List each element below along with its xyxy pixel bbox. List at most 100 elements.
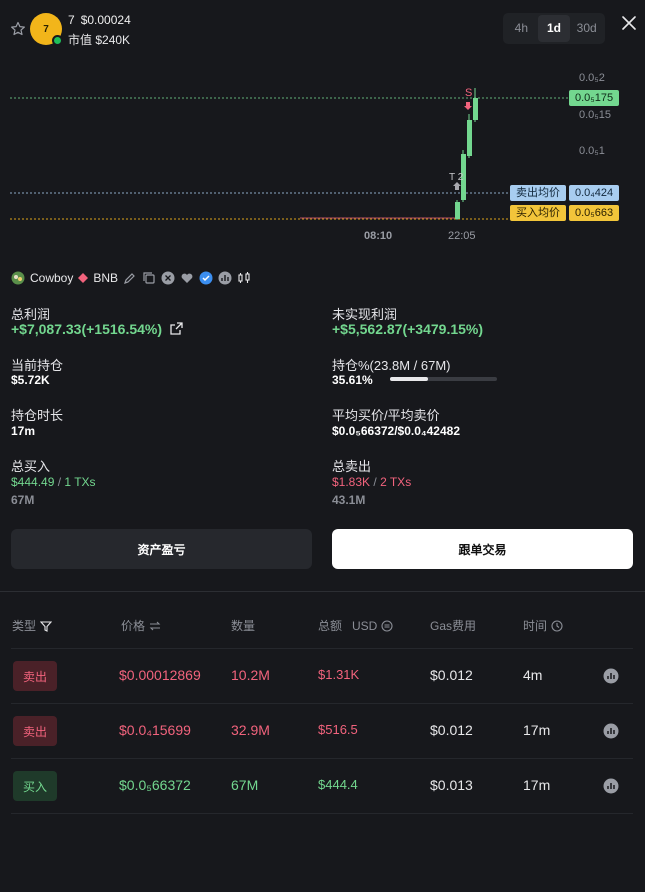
trader-name[interactable]: Cowboy bbox=[30, 271, 73, 285]
table-row[interactable]: 卖出 $0.0₄15699 32.9M $516.5 $0.012 17m bbox=[11, 704, 633, 759]
price-chart[interactable]: S T 2 0.0₅2 0.0₅175 0.0₅15 0.0₅1 卖出均价 0.… bbox=[0, 62, 645, 252]
clock-icon[interactable] bbox=[551, 619, 563, 632]
trade-total: $516.5 bbox=[318, 722, 358, 737]
trade-gas: $0.012 bbox=[430, 722, 473, 738]
time-axis-label: 22:05 bbox=[448, 230, 476, 242]
token-price: $0.00024 bbox=[80, 13, 131, 27]
total-profit-amount: +$7,087.33(+1516.54%) bbox=[11, 321, 163, 337]
header-type[interactable]: 类型 bbox=[12, 617, 53, 634]
table-row[interactable]: 卖出 $0.00012869 10.2M $1.31K $0.012 4m bbox=[11, 649, 633, 704]
trade-type-badge: 卖出 bbox=[13, 716, 57, 746]
total-sell-line: $1.83K / 2 TXs bbox=[332, 475, 411, 489]
bnb-diamond-icon bbox=[78, 273, 89, 283]
edit-icon[interactable] bbox=[123, 271, 137, 285]
total-buy-qty: 67M bbox=[11, 493, 35, 507]
trade-qty: 32.9M bbox=[231, 722, 270, 738]
trader-avatar-icon bbox=[11, 271, 25, 285]
trade-price: $0.0₅66372 bbox=[119, 777, 191, 793]
price-axis-label: 0.0₅15 bbox=[579, 109, 611, 121]
analytics-icon[interactable] bbox=[218, 271, 232, 285]
current-price-tag: 0.0₅175 bbox=[569, 90, 620, 106]
time-axis-label: 08:10 bbox=[364, 230, 393, 242]
share-icon[interactable] bbox=[170, 322, 183, 335]
trader-info: Cowboy BNB bbox=[11, 268, 251, 288]
token-title: 7 $0.00024 bbox=[68, 13, 137, 27]
trade-qty: 10.2M bbox=[231, 667, 270, 683]
token-avatar-text: 7 bbox=[43, 23, 49, 35]
holding-pct-value: 35.61% bbox=[332, 373, 373, 387]
trade-total: $1.31K bbox=[318, 667, 360, 682]
duration-label: 持仓时长 bbox=[11, 408, 64, 423]
header-price-label: 价格 bbox=[121, 619, 146, 633]
x-social-icon[interactable] bbox=[161, 271, 175, 285]
filter-icon[interactable] bbox=[40, 620, 53, 632]
total-buy-label: 总买入 bbox=[11, 459, 51, 474]
copy-icon[interactable] bbox=[142, 271, 156, 285]
tx-link-icon[interactable] bbox=[603, 723, 619, 739]
candle bbox=[473, 88, 478, 122]
avg-price-label: 平均买价/平均卖价 bbox=[332, 408, 440, 423]
table-row[interactable]: 买入 $0.0₅66372 67M $444.4 $0.013 17m bbox=[11, 759, 633, 814]
header-type-label: 类型 bbox=[12, 619, 37, 633]
holding-progress-bar bbox=[390, 377, 497, 381]
swap-icon[interactable] bbox=[149, 620, 161, 632]
trade-gas: $0.012 bbox=[430, 667, 473, 683]
market-cap: 市值 $240K bbox=[68, 31, 130, 48]
total-sell-label: 总卖出 bbox=[332, 459, 372, 474]
token-avatar: 7 bbox=[30, 13, 63, 46]
unrealized-profit-value: +$5,562.87(+3479.15%) bbox=[332, 321, 484, 337]
header-time[interactable]: 时间 bbox=[523, 617, 563, 634]
sell-avg-label: 卖出均价 bbox=[510, 185, 566, 201]
holding-pct-label: 持仓%(23.8M / 67M) bbox=[332, 358, 451, 373]
total-buy-amount: $444.49 bbox=[11, 475, 55, 489]
trader-chain: BNB bbox=[93, 271, 119, 285]
total-buy-line: $444.49 / 1 TXs bbox=[11, 475, 96, 489]
total-sell-amount: $1.83K bbox=[332, 475, 371, 489]
trade-time: 4m bbox=[523, 667, 543, 683]
token-symbol: 7 bbox=[68, 13, 75, 27]
sell-marker-label: S bbox=[465, 87, 473, 99]
timeframe-1d[interactable]: 1d bbox=[537, 15, 571, 42]
candle bbox=[467, 114, 472, 158]
trade-price: $0.00012869 bbox=[119, 667, 201, 683]
duration-value: 17m bbox=[11, 424, 36, 438]
tx-link-icon[interactable] bbox=[603, 778, 619, 794]
candlestick-icon[interactable] bbox=[237, 271, 251, 285]
market-cap-label: 市值 bbox=[68, 33, 93, 47]
close-icon[interactable] bbox=[620, 14, 638, 32]
trade-marker-arrow bbox=[453, 182, 461, 190]
pnl-button[interactable]: 资产盈亏 bbox=[11, 529, 312, 569]
trade-time: 17m bbox=[523, 777, 551, 793]
timeframe-4h[interactable]: 4h bbox=[505, 15, 538, 42]
buy-avg-label: 买入均价 bbox=[510, 205, 566, 221]
total-buy-txs: 1 TXs bbox=[64, 475, 96, 489]
total-sell-txs: 2 TXs bbox=[380, 475, 412, 489]
trade-gas: $0.013 bbox=[430, 777, 473, 793]
tx-link-icon[interactable] bbox=[603, 668, 619, 684]
heart-icon[interactable] bbox=[180, 271, 194, 285]
header-time-label: 时间 bbox=[523, 619, 548, 633]
chain-badge-icon bbox=[52, 35, 63, 46]
header-qty: 数量 bbox=[231, 619, 256, 633]
verified-icon bbox=[199, 271, 213, 285]
header-price[interactable]: 价格 bbox=[121, 617, 161, 634]
buy-avg-value: 0.0₅663 bbox=[569, 205, 620, 221]
header-total-label: 总额 bbox=[318, 619, 343, 633]
header-total[interactable]: 总额 USD bbox=[318, 617, 393, 634]
sell-marker-arrow bbox=[464, 102, 472, 110]
total-buy-separator: / bbox=[54, 475, 65, 489]
total-sell-qty: 43.1M bbox=[332, 493, 366, 507]
avg-price-value: $0.0₅66372/$0.0₄42482 bbox=[332, 424, 461, 438]
copy-trade-button[interactable]: 跟单交易 bbox=[332, 529, 633, 569]
holding-label: 当前持仓 bbox=[11, 358, 64, 373]
sell-avg-value: 0.0₄424 bbox=[569, 185, 620, 201]
currency-toggle-icon[interactable] bbox=[381, 619, 393, 632]
market-cap-value: $240K bbox=[95, 33, 131, 47]
timeframe-selector: 4h 1d 30d bbox=[503, 13, 605, 44]
trade-time: 17m bbox=[523, 722, 551, 738]
holding-progress-fill bbox=[390, 377, 429, 381]
trade-price: $0.0₄15699 bbox=[119, 722, 191, 738]
star-icon[interactable] bbox=[10, 21, 26, 37]
trade-type-badge: 卖出 bbox=[13, 661, 57, 691]
timeframe-30d[interactable]: 30d bbox=[570, 15, 603, 42]
